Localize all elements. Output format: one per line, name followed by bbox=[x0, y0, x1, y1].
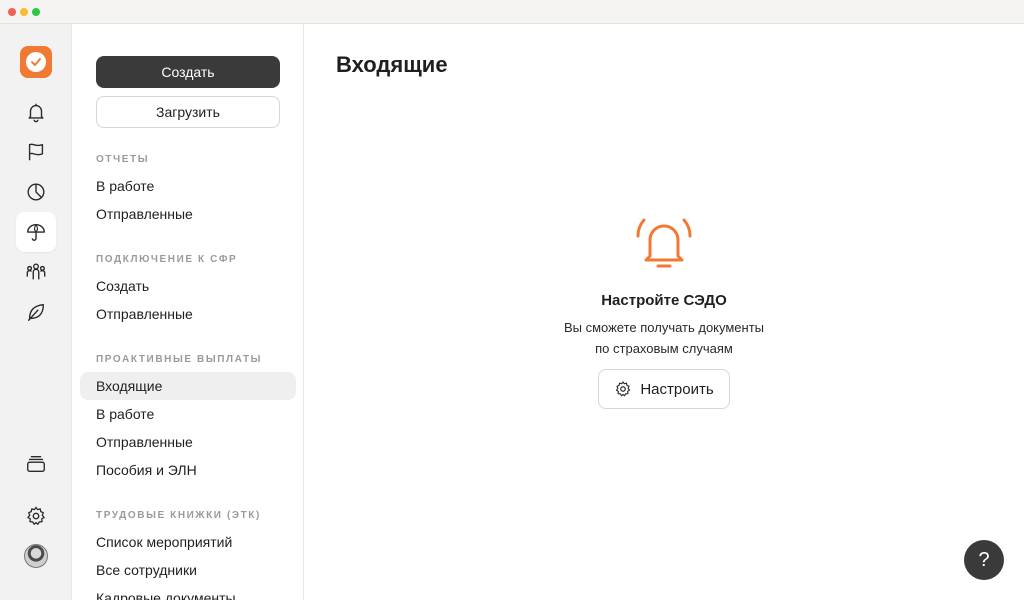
sidebar-item-payments-in-progress[interactable]: В работе bbox=[80, 400, 296, 428]
icon-rail bbox=[0, 24, 72, 600]
leaf-icon bbox=[27, 303, 45, 321]
pie-chart-icon bbox=[27, 183, 45, 201]
sidebar-item-all-employees[interactable]: Все сотрудники bbox=[80, 556, 296, 584]
rail-reports-button[interactable] bbox=[16, 172, 56, 212]
check-logo-icon bbox=[26, 52, 46, 72]
gear-icon bbox=[616, 381, 631, 397]
section-title-sfr-connection: ПОДКЛЮЧЕНИЕ К СФР bbox=[96, 254, 238, 265]
setup-button-label: Настроить bbox=[640, 380, 714, 398]
rail-eco-button[interactable] bbox=[16, 292, 56, 332]
empty-state-description: Вы сможете получать документы по страхов… bbox=[304, 317, 1024, 359]
sidebar-item-inbox[interactable]: Входящие bbox=[80, 372, 296, 400]
bell-icon bbox=[636, 218, 692, 268]
window-titlebar bbox=[0, 0, 1024, 24]
rail-employees-button[interactable] bbox=[16, 252, 56, 292]
rail-settings-button[interactable] bbox=[16, 496, 56, 536]
section-title-proactive-payments: ПРОАКТИВНЫЕ ВЫПЛАТЫ bbox=[96, 354, 263, 365]
sidebar-item-reports-in-progress[interactable]: В работе bbox=[80, 172, 296, 200]
sidebar-item-hr-documents[interactable]: Кадровые документы bbox=[80, 584, 296, 600]
sidebar-item-benefits[interactable]: Пособия и ЭЛН bbox=[80, 456, 296, 484]
setup-button[interactable]: Настроить bbox=[598, 369, 730, 409]
page-title: Входящие bbox=[336, 52, 448, 77]
bell-icon bbox=[28, 103, 44, 123]
rail-social-fund-button[interactable] bbox=[16, 212, 56, 252]
sidebar-item-events-list[interactable]: Список мероприятий bbox=[80, 528, 296, 556]
sidebar-item-sfr-create[interactable]: Создать bbox=[80, 272, 296, 300]
close-window-button[interactable] bbox=[8, 8, 16, 16]
empty-state-line-1: Вы сможете получать документы bbox=[563, 320, 765, 335]
rail-notifications-button[interactable] bbox=[16, 92, 56, 132]
sidebar-item-sfr-sent[interactable]: Отправленные bbox=[80, 300, 296, 328]
empty-state-line-2: по страховым случаям bbox=[595, 341, 733, 356]
section-title-work-books: ТРУДОВЫЕ КНИЖКИ (ЭТК) bbox=[96, 510, 261, 521]
app-logo[interactable] bbox=[20, 46, 52, 78]
gear-icon bbox=[27, 506, 45, 525]
upload-button[interactable]: Загрузить bbox=[96, 96, 280, 128]
umbrella-icon bbox=[27, 224, 45, 241]
flag-icon bbox=[28, 143, 44, 161]
main-content: Входящие Настройте СЭДО Вы сможете получ… bbox=[304, 24, 1024, 600]
sidebar-item-reports-sent[interactable]: Отправленные bbox=[80, 200, 296, 228]
empty-state: Настройте СЭДО Вы сможете получать докум… bbox=[304, 210, 1024, 359]
empty-state-title: Настройте СЭДО bbox=[601, 292, 727, 309]
minimize-window-button[interactable] bbox=[20, 8, 28, 16]
rail-flag-button[interactable] bbox=[16, 132, 56, 172]
help-button[interactable]: ? bbox=[964, 540, 1004, 580]
sidebar: Создать Загрузить ОТЧЕТЫ В работе Отправ… bbox=[72, 24, 304, 600]
create-button[interactable]: Создать bbox=[96, 56, 280, 88]
maximize-window-button[interactable] bbox=[32, 8, 40, 16]
rail-archive-button[interactable] bbox=[16, 444, 56, 484]
archive-icon bbox=[27, 455, 45, 473]
avatar[interactable] bbox=[24, 544, 48, 568]
people-icon bbox=[26, 263, 46, 280]
sidebar-item-payments-sent[interactable]: Отправленные bbox=[80, 428, 296, 456]
section-title-reports: ОТЧЕТЫ bbox=[96, 154, 150, 165]
